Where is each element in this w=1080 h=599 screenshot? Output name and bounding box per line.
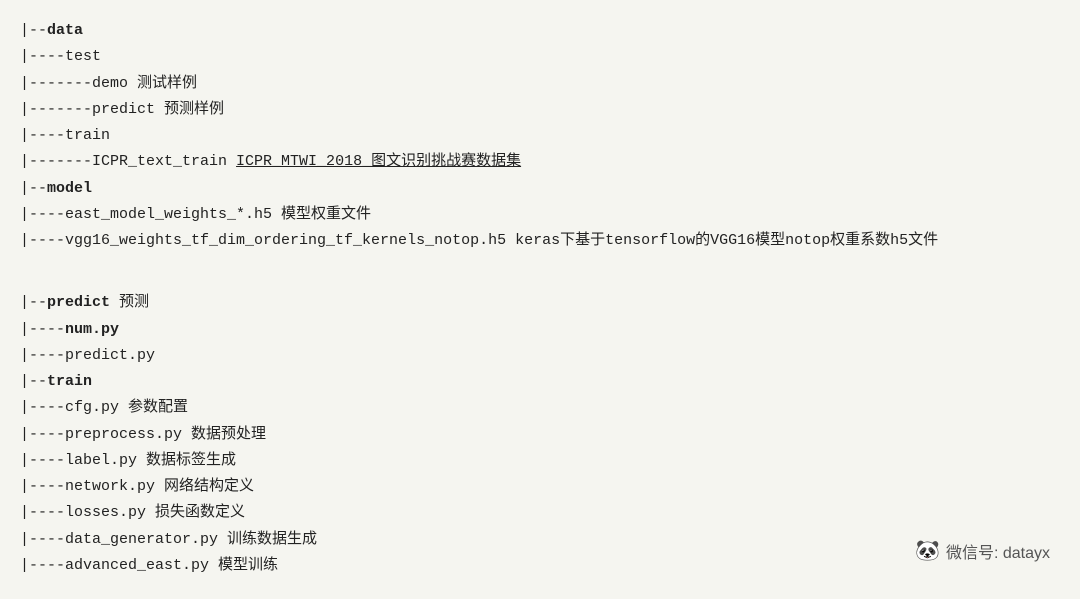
watermark-icon: 🐼 [915, 538, 940, 563]
content-line: |----test [20, 44, 1060, 70]
line-segment: |----network.py 网络结构定义 [20, 478, 254, 495]
line-segment: train [47, 373, 92, 390]
line-segment: data [47, 22, 83, 39]
line-segment: |---- [20, 321, 65, 338]
watermark: 🐼 微信号: datayx [915, 538, 1050, 563]
line-segment: |----cfg.py 参数配置 [20, 399, 188, 416]
content-line: |----east_model_weights_*.h5 模型权重文件 [20, 202, 1060, 228]
content-line: |--data [20, 18, 1060, 44]
line-segment: |----east_model_weights_*.h5 模型权重文件 [20, 206, 371, 223]
line-segment: |----losses.py 损失函数定义 [20, 504, 245, 521]
content-line: |----label.py 数据标签生成 [20, 448, 1060, 474]
line-segment: |-------predict 预测样例 [20, 101, 224, 118]
content-line: |-------demo 测试样例 [20, 71, 1060, 97]
line-segment: ICPR_MTWI_2018_图文识别挑战赛数据集 [236, 153, 521, 170]
empty-line [20, 254, 1060, 272]
content-line: |----losses.py 损失函数定义 [20, 500, 1060, 526]
line-segment: |----data_generator.py 训练数据生成 [20, 531, 317, 548]
line-segment: |----vgg16_weights_tf_dim_ordering_tf_ke… [20, 232, 938, 249]
content-line: |----preprocess.py 数据预处理 [20, 422, 1060, 448]
content-line: |--train [20, 369, 1060, 395]
content-line: |----advanced_east.py 模型训练 [20, 553, 1060, 579]
line-segment: |-- [20, 294, 47, 311]
content-line: |--predict 预测 [20, 290, 1060, 316]
line-segment: |----preprocess.py 数据预处理 [20, 426, 266, 443]
content-line: |----data_generator.py 训练数据生成 [20, 527, 1060, 553]
content-line: |----num.py [20, 317, 1060, 343]
line-segment: |----predict.py [20, 347, 155, 364]
line-segment: |-------ICPR_text_train [20, 153, 236, 170]
line-segment: |-------demo 测试样例 [20, 75, 197, 92]
empty-line [20, 272, 1060, 290]
content-line: |-------ICPR_text_train ICPR_MTWI_2018_图… [20, 149, 1060, 175]
line-segment: |-- [20, 22, 47, 39]
line-segment: |-- [20, 180, 47, 197]
watermark-text: 微信号: datayx [946, 539, 1050, 563]
content-line: |-------predict 预测样例 [20, 97, 1060, 123]
content-line: |--model [20, 176, 1060, 202]
content-area: |--data|----test|-------demo 测试样例|------… [20, 18, 1060, 579]
line-segment: |-- [20, 373, 47, 390]
line-segment: num.py [65, 321, 119, 338]
content-line: |----network.py 网络结构定义 [20, 474, 1060, 500]
content-line: |----predict.py [20, 343, 1060, 369]
line-segment: |----test [20, 48, 101, 65]
content-line: |----cfg.py 参数配置 [20, 395, 1060, 421]
content-line: |----train [20, 123, 1060, 149]
line-segment: |----label.py 数据标签生成 [20, 452, 236, 469]
content-line: |----vgg16_weights_tf_dim_ordering_tf_ke… [20, 228, 1060, 254]
line-segment: |----train [20, 127, 110, 144]
line-segment: model [47, 180, 92, 197]
line-segment: |----advanced_east.py 模型训练 [20, 557, 278, 574]
line-segment: 预测 [110, 294, 149, 311]
line-segment: predict [47, 294, 110, 311]
